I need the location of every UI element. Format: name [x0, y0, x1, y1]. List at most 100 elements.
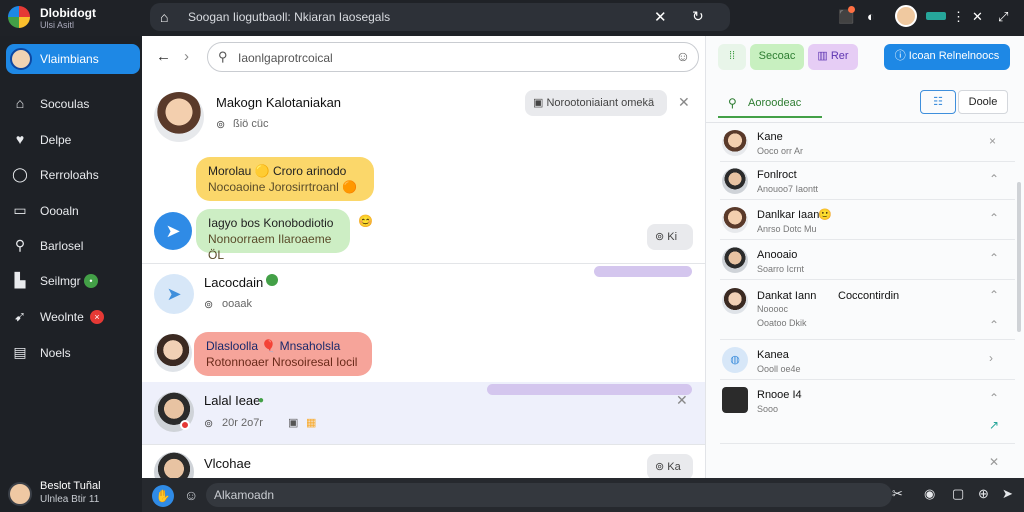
- image-icon[interactable]: ▦: [306, 416, 316, 429]
- reload-icon[interactable]: ↻: [692, 8, 704, 25]
- list-item[interactable]: Dankat Iann Coccontirdin Nooooc Ooatoo D…: [706, 280, 1024, 340]
- list-item[interactable]: Fonlroct Anouoo7 Iaontt ⌃: [706, 162, 1024, 200]
- sidebar-item-6[interactable]: ▙ Seilmgr •: [0, 269, 142, 293]
- sort-button[interactable]: Doole: [958, 90, 1008, 114]
- tab-search[interactable]: ⚲ Aoroodeac: [718, 88, 822, 118]
- home-icon[interactable]: ⌂: [160, 9, 168, 25]
- avatar: [722, 387, 748, 413]
- scrollbar[interactable]: [1017, 182, 1021, 332]
- search-placeholder: Iaonlgaprotrcoical: [238, 51, 333, 65]
- message-input[interactable]: Alkamoadn: [206, 483, 892, 507]
- chevron-up-icon[interactable]: ⌃: [989, 211, 999, 225]
- profile-avatar[interactable]: [895, 5, 917, 27]
- filter-icon[interactable]: ☷: [920, 90, 956, 114]
- chevron-up-icon[interactable]: ⌃: [989, 318, 999, 332]
- sidebar-item-label: Noels: [40, 346, 71, 360]
- primary-button[interactable]: ⓘ Icoan Relnelnoocs: [884, 44, 1010, 70]
- list-item-name: Kane: [757, 131, 783, 143]
- hand-icon[interactable]: ✋: [152, 485, 174, 507]
- message-line: Nocoaoine Jorosirrtroanl 🟠: [208, 180, 358, 194]
- close-icon[interactable]: ✕: [654, 8, 667, 26]
- arrow-icon[interactable]: ↗: [989, 418, 999, 432]
- store-icon: ▙: [14, 272, 26, 288]
- back-arrow-icon[interactable]: ←: [156, 48, 171, 65]
- message-bubble[interactable]: Iagyo bos Konobodiotio Nonoorraem Ilaroa…: [196, 209, 350, 262]
- chat-bubble-icon[interactable]: ▢: [952, 486, 964, 502]
- sidebar-item-1[interactable]: ⌂ Socoulas: [0, 92, 142, 116]
- list-item-sub: Sooo: [757, 404, 779, 414]
- contact-meta: ooaak: [222, 298, 252, 310]
- close-icon[interactable]: ×: [989, 134, 996, 148]
- sidebar-active-label: Vlaimbians: [40, 52, 99, 66]
- contact-name: Vlcohae: [204, 456, 251, 471]
- list-item-extra: Coccontirdin: [838, 290, 900, 302]
- verified-icon: ●: [258, 395, 265, 406]
- sidebar-item-label: Barlosel: [40, 239, 84, 253]
- list-item[interactable]: Anooaio Soarro Icrnt ⌃: [706, 240, 1024, 280]
- box-icon: ▭: [13, 202, 27, 218]
- search-input[interactable]: ⚲ Iaonlgaprotrcoical ☺: [207, 42, 699, 72]
- avatar: [722, 288, 748, 314]
- contact-avatar[interactable]: [154, 334, 192, 372]
- message-bubble[interactable]: Dlasloolla 🎈 Mnsaholsla Rotonnoaer Nroso…: [194, 332, 372, 376]
- sidebar-item-4[interactable]: ▭ Oooaln: [0, 199, 142, 223]
- chevron-right-icon[interactable]: ›: [989, 351, 993, 365]
- list-item[interactable]: Danlkar Iaan 🙂 Anrso Dotc Mu ⌃: [706, 200, 1024, 240]
- violet-button[interactable]: ▥ Rer: [808, 44, 858, 70]
- sidebar-item-3[interactable]: ◯ Rerroloahs: [0, 163, 142, 187]
- chevron-up-icon[interactable]: ⌃: [989, 251, 999, 265]
- record-icon[interactable]: ◉: [924, 486, 935, 502]
- sidebar-item-7[interactable]: ➹ Weolnte ×: [0, 305, 142, 329]
- list-item[interactable]: ◍ Kanea Oooll oe4e ›: [706, 340, 1024, 380]
- bell-icon: ◯: [12, 166, 28, 182]
- settings-icon[interactable]: ⋮: [952, 8, 965, 26]
- divider: [720, 443, 1015, 444]
- chevron-up-icon[interactable]: ⌃: [989, 288, 999, 302]
- tab-label: Aoroodeac: [748, 97, 802, 109]
- reaction-chip[interactable]: ⊚ Ka: [647, 454, 693, 480]
- sidebar-item-active[interactable]: Vlaimbians: [6, 44, 140, 74]
- chevron-up-icon[interactable]: ⌃: [989, 391, 999, 405]
- sidebar-item-8[interactable]: ▤ Noels: [0, 341, 142, 365]
- sidebar-item-label: Weolnte: [40, 310, 84, 324]
- user-avatar[interactable]: [8, 482, 32, 506]
- attachment-icon[interactable]: ▣: [288, 416, 298, 429]
- message-bubble[interactable]: Morolau 🟡 Croro arinodo Nocoaoine Jorosi…: [196, 157, 374, 201]
- emoji-icon[interactable]: ☺: [676, 48, 690, 64]
- list-item-name: Danlkar Iaan: [757, 209, 820, 221]
- message-line: Iagyo bos Konobodiotio: [208, 216, 334, 230]
- sticker-icon[interactable]: ⊕: [978, 486, 989, 502]
- address-bar[interactable]: ⌂ Soogan Iiogutbaoll: Nkiaran Iaosegals …: [150, 3, 730, 31]
- sidebar-item-5[interactable]: ⚲ Barlosel: [0, 234, 142, 258]
- forward-arrow-icon[interactable]: ›: [184, 48, 189, 65]
- clock-icon: ⊚: [204, 418, 214, 430]
- close-icon[interactable]: ✕: [989, 455, 999, 469]
- emoji-icon[interactable]: ☺: [184, 487, 198, 503]
- window-maximize-icon[interactable]: ⤢: [998, 8, 1008, 26]
- window-close-icon[interactable]: ✕: [972, 8, 983, 26]
- chevron-up-icon[interactable]: ⌃: [989, 172, 999, 186]
- list-item[interactable]: Rnooe I4 Sooo ⌃ ↗: [706, 380, 1024, 444]
- close-icon[interactable]: ✕: [678, 94, 690, 111]
- reaction-chip[interactable]: ⊚ Ki: [647, 224, 693, 250]
- violet-button-label: Rer: [830, 50, 849, 62]
- contact-avatar[interactable]: [154, 92, 204, 142]
- close-icon[interactable]: ✕: [676, 392, 688, 409]
- message-line: Rotonnoaer Nrosoiresal Iocil: [206, 355, 358, 369]
- contact-meta: 20r 2o7r: [222, 417, 263, 429]
- list-item[interactable]: Kane Ooco orr Ar ×: [706, 124, 1024, 162]
- send-icon[interactable]: ➤: [154, 212, 192, 250]
- help-icon[interactable]: ◐: [867, 8, 875, 26]
- grid-icon[interactable]: ⁞⁞: [718, 44, 746, 70]
- green-button[interactable]: Secoac: [750, 44, 804, 70]
- reaction-label: Ki: [667, 231, 678, 243]
- send-icon[interactable]: ➤: [1002, 486, 1013, 502]
- avatar: ◍: [722, 347, 748, 373]
- list-item-sub: Soarro Icrnt: [757, 264, 805, 274]
- status-chip[interactable]: ▣ Norootoniaiant omekä: [525, 90, 667, 116]
- list-item-name: Dankat Iann: [757, 290, 817, 302]
- tools-icon[interactable]: ✂: [892, 486, 903, 502]
- divider: [706, 122, 1024, 123]
- contact-avatar[interactable]: ➤: [154, 274, 194, 314]
- sidebar-item-2[interactable]: ♥ Delpe: [0, 128, 142, 152]
